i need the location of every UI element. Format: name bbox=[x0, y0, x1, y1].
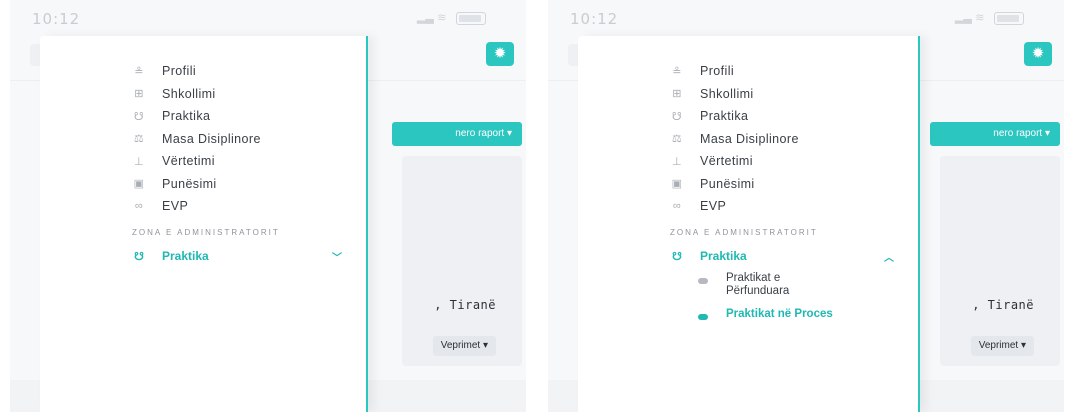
menu-item-evp[interactable]: ∞ EVP bbox=[670, 195, 799, 218]
nav-menu: ≗ Profili ⊞ Shkollimi ☋ Praktika ⚖ Masa Disi… bbox=[132, 60, 261, 218]
menu-item-praktika[interactable]: ☋ Praktika bbox=[670, 105, 799, 128]
menu-item-label: Profili bbox=[700, 64, 735, 79]
bullet-dot-active bbox=[698, 314, 708, 320]
admin-item-label: Praktika bbox=[162, 249, 209, 263]
scale-icon: ⚖ bbox=[133, 133, 145, 146]
stethoscope-icon: ☋ bbox=[134, 250, 144, 263]
battery-icon bbox=[456, 11, 486, 25]
nav-drawer: ≗ Profili ⊞ Shkollimi ☋ Praktika ⚖ Masa Disi… bbox=[578, 36, 920, 412]
menu-item-label: Vërtetimi bbox=[700, 154, 753, 169]
stethoscope-icon: ☋ bbox=[671, 110, 683, 123]
wifi-icon: ≋ bbox=[437, 11, 447, 24]
menu-item-punesimi[interactable]: ▣ Punësimi bbox=[132, 173, 261, 196]
submenu-item-label: Praktikat e Përfunduara bbox=[726, 272, 790, 297]
signal-icon: ▂▃ bbox=[954, 11, 972, 24]
system-icons: ▂▃ ≋ bbox=[417, 11, 486, 25]
menu-item-label: Praktika bbox=[162, 109, 211, 124]
menu-item-profili[interactable]: ≗ Profili bbox=[132, 60, 261, 83]
chevron-up-icon[interactable]: ︿ bbox=[884, 249, 894, 264]
menu-item-label: Shkollimi bbox=[162, 86, 216, 101]
bullet-dot bbox=[698, 278, 708, 284]
theme-toggle-button[interactable]: ✹ bbox=[486, 42, 514, 66]
nav-menu: ≗ Profili ⊞ Shkollimi ☋ Praktika ⚖ Masa Disi… bbox=[670, 60, 799, 218]
status-bar: 10:12 ▂▃ ≋ bbox=[548, 0, 1064, 36]
briefcase-icon: ▣ bbox=[671, 178, 683, 191]
briefcase-icon: ▣ bbox=[133, 178, 145, 191]
stethoscope-icon: ☋ bbox=[133, 110, 145, 123]
menu-item-profili[interactable]: ≗ Profili bbox=[670, 60, 799, 83]
report-dropdown-button[interactable]: nero raport ▾ bbox=[392, 122, 522, 146]
status-bar: 10:12 ▂▃ ≋ bbox=[10, 0, 526, 36]
report-dropdown-button[interactable]: nero raport ▾ bbox=[930, 122, 1060, 146]
menu-item-vertetimi[interactable]: ⊥ Vërtetimi bbox=[132, 150, 261, 173]
system-icons: ▂▃ ≋ bbox=[955, 11, 1024, 25]
menu-item-label: Praktika bbox=[700, 109, 749, 124]
admin-section-label: ZONA E ADMINISTRATORIT bbox=[132, 228, 280, 237]
menu-item-punesimi[interactable]: ▣ Punësimi bbox=[670, 173, 799, 196]
menu-item-label: Masa Disiplinore bbox=[162, 131, 261, 146]
menu-item-label: Shkollimi bbox=[700, 86, 754, 101]
city-text: , Tiranë bbox=[434, 298, 496, 312]
battery-icon bbox=[994, 11, 1024, 25]
phone-screen-expanded: 10:12 ▂▃ ≋ ▣ ✹ nero raport ▾ , Tiranë Ve… bbox=[548, 0, 1064, 412]
menu-item-shkollimi[interactable]: ⊞ Shkollimi bbox=[132, 83, 261, 106]
school-icon: ⊞ bbox=[134, 88, 144, 101]
admin-item-label: Praktika bbox=[700, 249, 747, 263]
menu-item-masa-disiplinore[interactable]: ⚖ Masa Disiplinore bbox=[132, 128, 261, 151]
content-card bbox=[402, 156, 522, 366]
menu-item-praktika[interactable]: ☋ Praktika bbox=[132, 105, 261, 128]
sun-icon: ✹ bbox=[1031, 45, 1045, 62]
menu-item-label: Vërtetimi bbox=[162, 154, 215, 169]
menu-item-label: Profili bbox=[162, 64, 197, 79]
menu-item-vertetimi[interactable]: ⊥ Vërtetimi bbox=[670, 150, 799, 173]
submenu-item-praktikat-perfunduara[interactable]: Praktikat e Përfunduara bbox=[698, 272, 836, 298]
stamp-icon: ⊥ bbox=[134, 155, 144, 168]
status-time: 10:12 bbox=[570, 10, 619, 28]
menu-item-shkollimi[interactable]: ⊞ Shkollimi bbox=[670, 83, 799, 106]
wifi-icon: ≋ bbox=[975, 11, 985, 24]
city-text: , Tiranë bbox=[972, 298, 1034, 312]
menu-item-evp[interactable]: ∞ EVP bbox=[132, 195, 261, 218]
submenu-item-praktikat-ne-proces[interactable]: Praktikat në Proces bbox=[698, 308, 836, 321]
menu-item-label: EVP bbox=[700, 199, 727, 214]
school-icon: ⊞ bbox=[672, 88, 682, 101]
status-time: 10:12 bbox=[32, 10, 81, 28]
nav-drawer: ≗ Profili ⊞ Shkollimi ☋ Praktika ⚖ Masa Disi… bbox=[40, 36, 368, 412]
phone-screen-collapsed: 10:12 ▂▃ ≋ ▣ ✹ nero raport ▾ , Tiranë Ve… bbox=[10, 0, 526, 412]
actions-dropdown-button[interactable]: Veprimet ▾ bbox=[432, 336, 496, 356]
theme-toggle-button[interactable]: ✹ bbox=[1024, 42, 1052, 66]
evp-icon: ∞ bbox=[134, 200, 144, 213]
sun-icon: ✹ bbox=[493, 45, 507, 62]
menu-item-label: Punësimi bbox=[162, 176, 217, 191]
signal-icon: ▂▃ bbox=[416, 11, 434, 24]
admin-section-label: ZONA E ADMINISTRATORIT bbox=[670, 228, 818, 237]
content-card bbox=[940, 156, 1060, 366]
user-icon: ≗ bbox=[672, 65, 682, 78]
admin-item-praktika[interactable]: ☋ Praktika ︿ bbox=[670, 246, 894, 266]
user-icon: ≗ bbox=[134, 65, 144, 78]
menu-item-label: Punësimi bbox=[700, 176, 755, 191]
chevron-down-icon[interactable]: ﹀ bbox=[332, 249, 342, 264]
stethoscope-icon: ☋ bbox=[672, 250, 682, 263]
submenu-item-label: Praktikat në Proces bbox=[726, 308, 833, 320]
menu-item-masa-disiplinore[interactable]: ⚖ Masa Disiplinore bbox=[670, 128, 799, 151]
actions-dropdown-button[interactable]: Veprimet ▾ bbox=[970, 336, 1034, 356]
admin-item-praktika[interactable]: ☋ Praktika ﹀ bbox=[132, 246, 342, 266]
stamp-icon: ⊥ bbox=[672, 155, 682, 168]
evp-icon: ∞ bbox=[672, 200, 682, 213]
menu-item-label: EVP bbox=[162, 199, 189, 214]
menu-item-label: Masa Disiplinore bbox=[700, 131, 799, 146]
scale-icon: ⚖ bbox=[671, 133, 683, 146]
